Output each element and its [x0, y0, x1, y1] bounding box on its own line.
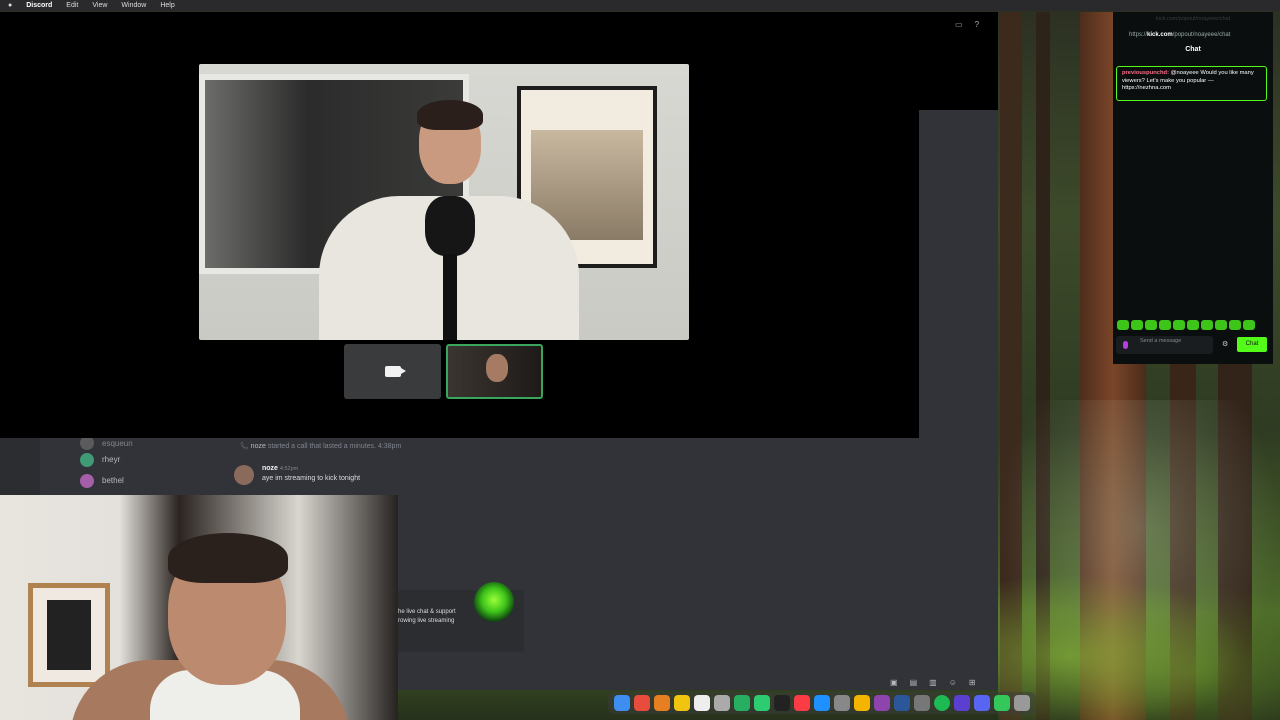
chat-message: noze 4:52pm aye im streaming to kick ton…	[262, 465, 360, 482]
emote-icon[interactable]	[1159, 320, 1171, 330]
system-message-text: started a call that lasted a minutes.	[267, 443, 376, 450]
settings-icon[interactable]	[834, 695, 850, 711]
app-icon[interactable]	[914, 695, 930, 711]
menu-bar: ● Discord Edit View Window Help	[0, 0, 1280, 11]
emote-icon[interactable]	[1243, 320, 1255, 330]
dock	[608, 692, 1036, 714]
emote-icon[interactable]	[1215, 320, 1227, 330]
url-path: /popout/noayeee/chat	[1172, 32, 1231, 38]
wallpaper-foliage	[998, 560, 1280, 720]
maps-icon[interactable]	[734, 695, 750, 711]
avatar	[80, 473, 94, 488]
participant-headphones	[417, 100, 483, 130]
gear-icon[interactable]: ⚙	[1222, 340, 1228, 348]
participant-thumbnail-head	[486, 354, 508, 382]
url-prefix: https://	[1129, 32, 1148, 38]
menu-app-name[interactable]: Discord	[26, 2, 52, 9]
emote-bar	[1117, 320, 1255, 330]
spotify-icon[interactable]	[934, 695, 950, 711]
video-participant	[319, 100, 579, 340]
emote-icon[interactable]	[1201, 320, 1213, 330]
main-video-feed[interactable]	[199, 64, 689, 340]
kick-chat-popout: kick.com/popout/noayeee/chat https://kic…	[1113, 12, 1273, 364]
launchpad-icon[interactable]	[714, 695, 730, 711]
wall-frame	[28, 583, 110, 687]
member-name: esqueun	[102, 438, 133, 448]
url-domain: kick.com	[1147, 32, 1173, 38]
calendar-icon[interactable]	[694, 695, 710, 711]
composer-icons: ▣ ▤ ▥ ☺ ⊞	[890, 678, 976, 687]
emote-icon[interactable]	[1117, 320, 1129, 330]
emote-icon[interactable]	[1145, 320, 1157, 330]
embed-line-2: rowing live streaming	[398, 618, 455, 624]
chat-input[interactable]: Send a message	[1116, 336, 1213, 354]
notes-icon[interactable]	[674, 695, 690, 711]
chrome-browser-icon[interactable]	[854, 695, 870, 711]
mic-stand	[443, 254, 457, 340]
appstore-icon[interactable]	[814, 695, 830, 711]
facetime-icon[interactable]	[754, 695, 770, 711]
messages-icon[interactable]	[994, 695, 1010, 711]
call-toolbar: ▭ ?	[955, 20, 979, 29]
apple-icon[interactable]: ●	[8, 2, 12, 9]
participant-tile[interactable]	[446, 344, 543, 399]
phone-icon: 📞	[240, 443, 249, 450]
embed-line-1: he live chat & support	[398, 609, 456, 615]
help-icon[interactable]: ?	[975, 20, 979, 29]
member-item[interactable]: bethel	[80, 470, 230, 491]
chrome-icon[interactable]	[634, 695, 650, 711]
message-text: aye im streaming to kick tonight	[262, 475, 361, 482]
popout-icon[interactable]: ▭	[955, 20, 963, 29]
camera-tile[interactable]	[344, 344, 441, 399]
emote-icon[interactable]	[1131, 320, 1143, 330]
terminal-icon[interactable]	[774, 695, 790, 711]
member-name: bethel	[102, 476, 124, 485]
chat-header: Chat	[1185, 46, 1201, 53]
webcam-overlay	[0, 495, 398, 720]
sticker-icon[interactable]: ▥	[929, 678, 937, 687]
apps-icon[interactable]: ⊞	[969, 678, 976, 687]
microphone	[425, 196, 475, 256]
call-window	[0, 12, 919, 438]
system-message-time: 4:38pm	[377, 443, 402, 450]
arc-icon[interactable]	[874, 695, 890, 711]
chat-message: previouspunchd: @noayeee Would you like …	[1116, 66, 1267, 101]
chat-send-button[interactable]: Chat	[1237, 337, 1267, 352]
menu-help[interactable]: Help	[160, 2, 174, 9]
menu-view[interactable]: View	[92, 2, 107, 9]
message-avatar[interactable]	[234, 465, 254, 485]
system-message-user[interactable]: noze	[251, 443, 266, 450]
emote-icon[interactable]	[1173, 320, 1185, 330]
avatar	[80, 436, 94, 450]
emote-icon[interactable]	[1187, 320, 1199, 330]
word-icon[interactable]	[894, 695, 910, 711]
streamer-hair	[168, 533, 288, 583]
trash-icon[interactable]	[1014, 695, 1030, 711]
camera-icon	[384, 366, 406, 377]
gift-icon[interactable]: ▣	[890, 678, 898, 687]
member-name: rheyr	[102, 455, 121, 464]
system-message: 📞 noze started a call that lasted a minu…	[240, 442, 401, 450]
menu-edit[interactable]: Edit	[66, 2, 78, 9]
popout-url-bar[interactable]: https://kick.com/popout/noayeee/chat	[1113, 28, 1273, 42]
emoji-icon[interactable]: ☺	[949, 678, 957, 687]
popout-window-title: kick.com/popout/noayeee/chat	[1155, 16, 1231, 22]
kick-logo-icon	[474, 582, 514, 622]
finder-icon[interactable]	[614, 695, 630, 711]
chat-username[interactable]: previouspunchd:	[1122, 70, 1169, 76]
imovie-icon[interactable]	[954, 695, 970, 711]
app-icon[interactable]	[654, 695, 670, 711]
gif-icon[interactable]: ▤	[910, 678, 918, 687]
mic-icon	[1123, 341, 1128, 349]
music-icon[interactable]	[794, 695, 810, 711]
member-list: esqueun rheyr bethel	[80, 436, 230, 491]
member-item[interactable]: esqueun	[80, 436, 230, 450]
message-user[interactable]: noze	[262, 465, 278, 472]
message-time: 4:52pm	[279, 466, 299, 472]
avatar	[80, 452, 94, 467]
menu-window[interactable]: Window	[121, 2, 146, 9]
discord-icon[interactable]	[974, 695, 990, 711]
member-item[interactable]: rheyr	[80, 449, 230, 470]
emote-icon[interactable]	[1229, 320, 1241, 330]
